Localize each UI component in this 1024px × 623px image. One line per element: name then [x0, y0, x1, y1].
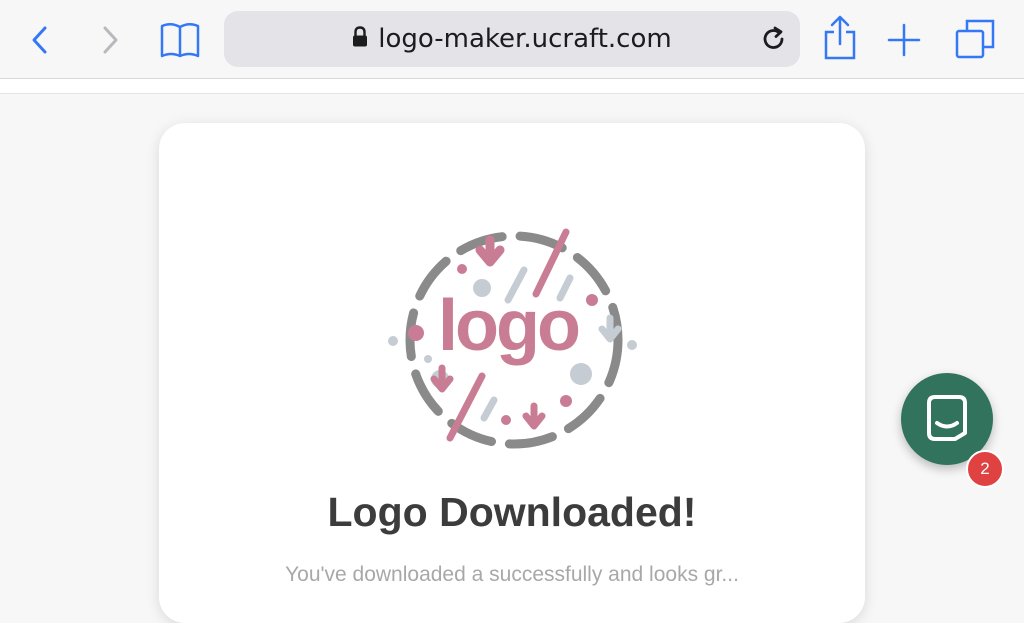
share-button[interactable]: [820, 14, 860, 62]
chevron-right-icon: [103, 26, 118, 54]
tabs-icon: [955, 19, 995, 59]
logo-illustration: logo: [388, 228, 637, 449]
tabs-button[interactable]: [952, 16, 998, 62]
reload-icon: [763, 26, 784, 49]
new-tab-button[interactable]: [884, 20, 924, 60]
share-icon: [824, 15, 856, 60]
book-icon: [160, 23, 200, 58]
plus-icon: [887, 23, 921, 57]
chevron-left-icon: [32, 26, 47, 54]
forward-button[interactable]: [94, 24, 126, 56]
notification-badge: 2: [966, 450, 1004, 488]
address-bar[interactable]: logo-maker.ucraft.com: [224, 11, 800, 67]
page-header-strip: [0, 79, 1024, 94]
reload-button[interactable]: [760, 25, 788, 58]
back-button[interactable]: [24, 24, 56, 56]
web-content: logo Logo Downloaded! You've downloaded …: [0, 79, 1024, 623]
browser-toolbar: logo-maker.ucraft.com: [0, 0, 1024, 79]
page-title: Logo Downloaded!: [327, 489, 697, 535]
download-success-card: logo Logo Downloaded! You've downloaded …: [159, 123, 865, 623]
url-display[interactable]: logo-maker.ucraft.com: [224, 11, 800, 67]
bookmarks-button[interactable]: [158, 18, 202, 62]
url-text: logo-maker.ucraft.com: [378, 24, 672, 54]
card-subtitle: You've downloaded a successfully and loo…: [285, 563, 739, 586]
lock-icon: [352, 12, 368, 68]
logo-wordmark: logo: [438, 286, 579, 366]
